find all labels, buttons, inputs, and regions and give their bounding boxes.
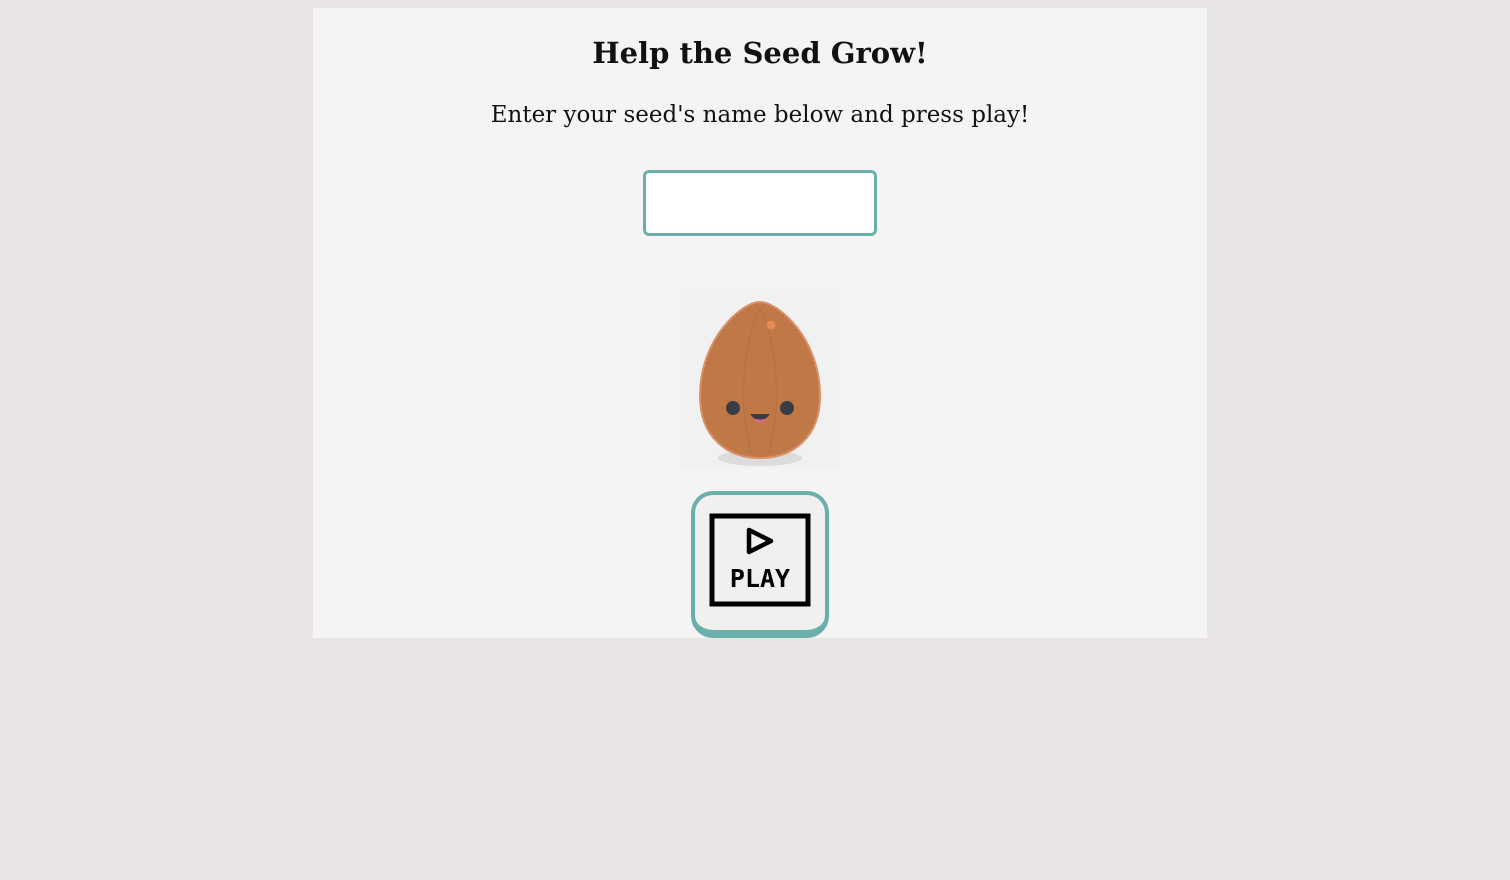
play-icon: PLAY — [709, 513, 811, 607]
seed-character-icon — [680, 288, 840, 468]
game-panel: Help the Seed Grow! Enter your seed's na… — [313, 8, 1207, 638]
seed-name-input[interactable] — [643, 170, 877, 236]
play-label: PLAY — [730, 564, 790, 593]
page-subtitle: Enter your seed's name below and press p… — [490, 102, 1030, 128]
page-title: Help the Seed Grow! — [592, 36, 928, 70]
play-button[interactable]: PLAY — [691, 491, 829, 638]
